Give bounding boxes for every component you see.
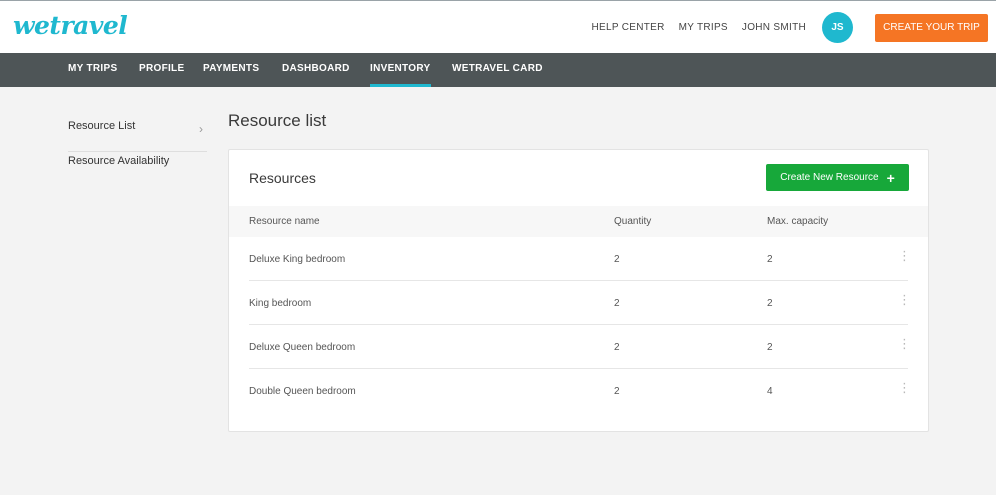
capacity-cell: 4	[767, 386, 773, 397]
capacity-cell: 2	[767, 254, 773, 265]
user-name-link[interactable]: JOHN SMITH	[742, 22, 806, 33]
nav-profile[interactable]: PROFILE	[139, 53, 184, 87]
resources-card: Resources Create New Resource + Resource…	[228, 149, 929, 432]
header-links: HELP CENTER MY TRIPS JOHN SMITH JS CREAT…	[591, 1, 996, 54]
quantity-cell: 2	[614, 386, 620, 397]
nav-wetravel-card[interactable]: WETRAVEL CARD	[452, 53, 543, 87]
sidebar-item-label: Resource List	[68, 120, 136, 132]
table-row[interactable]: Deluxe King bedroom 2 2 ⋮	[249, 237, 911, 281]
wetravel-logo[interactable]: wetravel	[13, 11, 128, 40]
column-header-resource-name[interactable]: Resource name	[249, 216, 320, 227]
sidebar-item-resource-availability[interactable]: Resource Availability	[68, 155, 207, 167]
kebab-menu-icon[interactable]: ⋮	[898, 337, 911, 350]
resource-name-cell: Double Queen bedroom	[249, 386, 356, 397]
table-row[interactable]: Double Queen bedroom 2 4 ⋮	[249, 369, 911, 413]
column-header-quantity[interactable]: Quantity	[614, 216, 651, 227]
create-your-trip-button[interactable]: CREATE YOUR TRIP	[875, 13, 988, 42]
kebab-menu-icon[interactable]: ⋮	[898, 293, 911, 306]
quantity-cell: 2	[614, 254, 620, 265]
kebab-menu-icon[interactable]: ⋮	[898, 249, 911, 262]
create-button-label: Create New Resource	[780, 172, 879, 183]
page-title: Resource list	[228, 111, 327, 130]
resource-name-cell: Deluxe King bedroom	[249, 254, 346, 265]
capacity-cell: 2	[767, 342, 773, 353]
main-nav: MY TRIPS PROFILE PAYMENTS DASHBOARD INVE…	[0, 53, 996, 87]
capacity-cell: 2	[767, 298, 773, 309]
table-header: Resource name Quantity Max. capacity	[229, 206, 928, 237]
sidebar-item-resource-list[interactable]: Resource List ›	[68, 120, 207, 152]
column-header-max-capacity[interactable]: Max. capacity	[767, 216, 828, 227]
chevron-right-icon: ›	[199, 122, 203, 136]
quantity-cell: 2	[614, 342, 620, 353]
nav-payments[interactable]: PAYMENTS	[203, 53, 259, 87]
nav-dashboard[interactable]: DASHBOARD	[282, 53, 350, 87]
quantity-cell: 2	[614, 298, 620, 309]
nav-my-trips[interactable]: MY TRIPS	[68, 53, 117, 87]
table-row[interactable]: King bedroom 2 2 ⋮	[249, 281, 911, 325]
plus-icon: +	[886, 169, 895, 186]
top-header: wetravel HELP CENTER MY TRIPS JOHN SMITH…	[0, 0, 996, 53]
resource-name-cell: King bedroom	[249, 298, 312, 309]
table-row[interactable]: Deluxe Queen bedroom 2 2 ⋮	[249, 325, 911, 369]
card-title: Resources	[249, 170, 316, 186]
help-center-link[interactable]: HELP CENTER	[591, 22, 664, 33]
sidebar-item-label: Resource Availability	[68, 155, 170, 167]
resource-name-cell: Deluxe Queen bedroom	[249, 342, 356, 353]
kebab-menu-icon[interactable]: ⋮	[898, 381, 911, 394]
nav-inventory[interactable]: INVENTORY	[370, 53, 431, 87]
avatar[interactable]: JS	[822, 12, 853, 43]
header-my-trips-link[interactable]: MY TRIPS	[679, 22, 728, 33]
create-new-resource-button[interactable]: Create New Resource +	[766, 164, 909, 191]
